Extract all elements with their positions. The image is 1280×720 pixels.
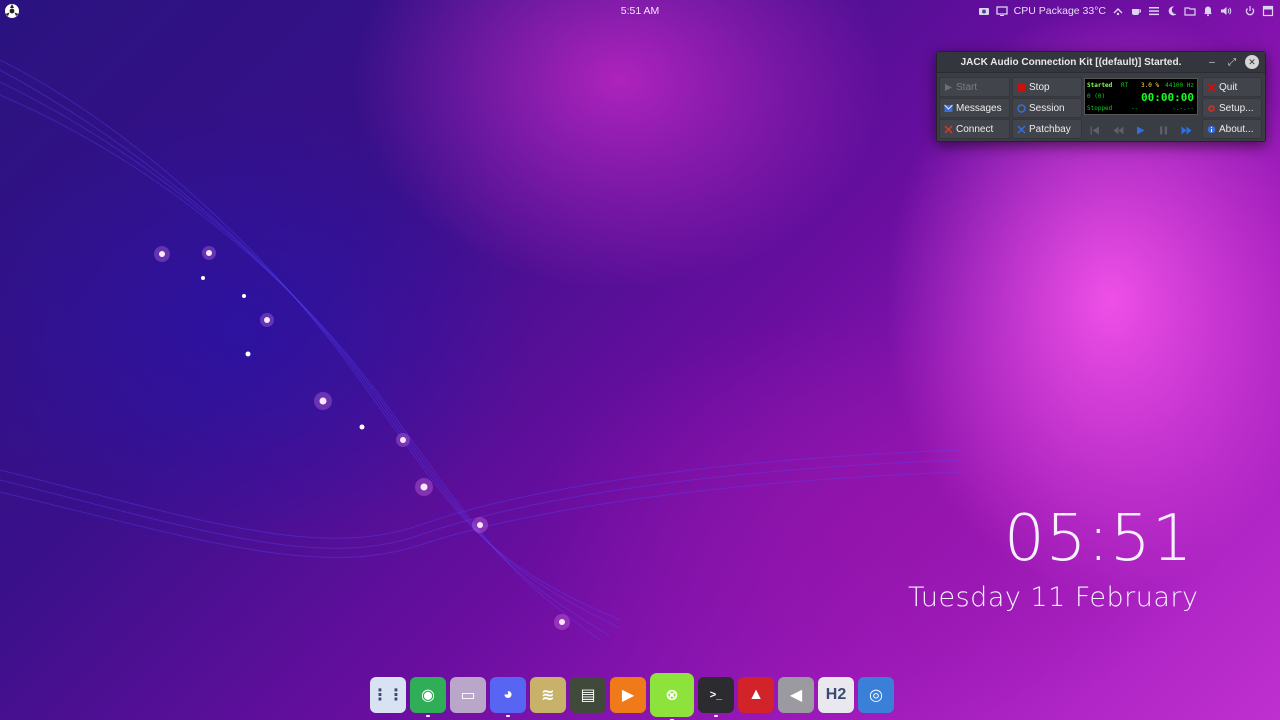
running-indicator xyxy=(426,715,430,717)
mixer-icon[interactable]: ≋ xyxy=(530,677,566,713)
quit-button[interactable]: Quit xyxy=(1202,77,1262,97)
screenshot-icon[interactable] xyxy=(978,5,990,17)
hydrogen-icon-glyph: H2 xyxy=(825,686,847,703)
volume-control-icon-glyph: ◀ xyxy=(789,687,803,704)
files-icon-glyph: ▭ xyxy=(460,687,476,704)
jack-status-display: Started RT 3.0 % 44100 Hz 0 (0) 00:00:00… xyxy=(1084,78,1198,115)
hydrogen-icon[interactable]: H2 xyxy=(818,677,854,713)
coffee-icon[interactable] xyxy=(1130,5,1142,17)
terminal-icon[interactable]: >_ xyxy=(698,677,734,717)
files-icon[interactable]: ▭ xyxy=(450,677,486,713)
volume-icon[interactable] xyxy=(1220,5,1232,17)
discord-icon[interactable]: ◕ xyxy=(490,677,526,717)
system-tray: CPU Package 33°C xyxy=(978,3,1274,19)
connect-icon xyxy=(944,124,953,134)
stop-label: Stop xyxy=(1029,81,1050,93)
quit-icon xyxy=(1207,82,1216,92)
rewind-icon[interactable] xyxy=(1111,123,1125,137)
bbt: -.-.-- xyxy=(1172,105,1194,112)
messages-label: Messages xyxy=(956,102,1002,114)
network-icon[interactable] xyxy=(1112,5,1124,17)
jack-window-title: JACK Audio Connection Kit [(default)] St… xyxy=(960,56,1182,68)
jack-control-window[interactable]: JACK Audio Connection Kit [(default)] St… xyxy=(936,51,1266,142)
messages-icon xyxy=(944,104,953,113)
list-icon[interactable] xyxy=(1148,5,1160,17)
chrome-icon[interactable]: ◉ xyxy=(410,677,446,717)
server-status: Started xyxy=(1087,82,1113,89)
transport-state: Stopped xyxy=(1087,105,1113,112)
media-player-icon-glyph: ▶ xyxy=(621,687,635,704)
discord-icon-glyph: ◕ xyxy=(503,686,513,703)
about-button[interactable]: About... xyxy=(1202,119,1262,139)
desktop-clock-date: Tuesday 11 February xyxy=(908,582,1199,613)
about-label: About... xyxy=(1219,123,1254,135)
start-label: Start xyxy=(956,81,978,93)
folder-icon[interactable] xyxy=(1184,5,1196,17)
sample-rate: 44100 Hz xyxy=(1165,82,1194,89)
app-menu-icon[interactable] xyxy=(4,3,20,19)
ardour-icon-glyph: ▲ xyxy=(748,686,764,703)
close-icon[interactable]: ✕ xyxy=(1245,55,1259,69)
patchbay-button[interactable]: Patchbay xyxy=(1012,119,1082,139)
media-player-icon[interactable]: ▶ xyxy=(610,677,646,713)
panel-clock[interactable]: 5:51 AM xyxy=(621,5,660,17)
audio-interface-icon-glyph: ▤ xyxy=(580,687,596,704)
session-icon xyxy=(1017,103,1026,113)
chrome-icon-glyph: ◉ xyxy=(421,687,435,704)
pause-icon[interactable] xyxy=(1157,123,1171,137)
jack-titlebar[interactable]: JACK Audio Connection Kit [(default)] St… xyxy=(937,52,1265,73)
dsp-load: 3.0 % xyxy=(1141,82,1160,89)
realtime-flag: RT xyxy=(1121,82,1129,89)
setup-button[interactable]: Setup... xyxy=(1202,98,1262,118)
transport-controls xyxy=(1084,120,1198,140)
notification-icon[interactable] xyxy=(1202,5,1214,17)
play-transport-icon[interactable] xyxy=(1134,123,1148,137)
app-launcher-icon-glyph: ⋮⋮ xyxy=(372,687,404,704)
running-indicator xyxy=(506,715,510,717)
top-panel: 5:51 AM CPU Package 33°C xyxy=(0,0,1280,22)
night-mode-icon[interactable] xyxy=(1166,5,1178,17)
setup-icon xyxy=(1207,104,1216,113)
about-icon xyxy=(1207,125,1216,134)
patchbay-icon xyxy=(1017,124,1026,134)
setup-label: Setup... xyxy=(1219,102,1254,114)
patchbay-label: Patchbay xyxy=(1029,123,1071,135)
session-button[interactable]: Session xyxy=(1012,98,1082,118)
power-icon[interactable] xyxy=(1244,5,1256,17)
app-launcher-icon[interactable]: ⋮⋮ xyxy=(370,677,406,713)
volume-control-icon[interactable]: ◀ xyxy=(778,677,814,713)
audio-interface-icon[interactable]: ▤ xyxy=(570,677,606,713)
ardour-icon[interactable]: ▲ xyxy=(738,677,774,713)
display-icon[interactable] xyxy=(996,5,1008,17)
mixer-icon-glyph: ≋ xyxy=(541,687,555,704)
cpu-temperature[interactable]: CPU Package 33°C xyxy=(1014,5,1106,17)
stop-icon xyxy=(1017,83,1026,92)
messages-button[interactable]: Messages xyxy=(939,98,1010,118)
jack-cable-icon-glyph: ⊗ xyxy=(665,687,679,704)
xruns: 0 (0) xyxy=(1087,93,1106,100)
minimize-icon[interactable]: – xyxy=(1205,55,1219,69)
quit-label: Quit xyxy=(1219,81,1238,93)
bpm: -- xyxy=(1131,105,1139,112)
jack-cable-icon[interactable]: ⊗ xyxy=(650,673,694,720)
screenshot-app-icon[interactable]: ◎ xyxy=(858,677,894,713)
maximize-icon[interactable]: ⤢ xyxy=(1225,55,1239,69)
window-icon[interactable] xyxy=(1262,5,1274,17)
screenshot-app-icon-glyph: ◎ xyxy=(869,687,883,704)
stop-button[interactable]: Stop xyxy=(1012,77,1082,97)
fast-forward-icon[interactable] xyxy=(1180,123,1194,137)
session-label: Session xyxy=(1029,102,1065,114)
rewind-start-icon[interactable] xyxy=(1088,123,1102,137)
transport-time: 00:00:00 xyxy=(1141,91,1194,104)
start-button[interactable]: Start xyxy=(939,77,1010,97)
connect-button[interactable]: Connect xyxy=(939,119,1010,139)
desktop-clock-time: 05:51 xyxy=(1004,502,1194,576)
terminal-icon-glyph: >_ xyxy=(709,689,723,701)
connect-label: Connect xyxy=(956,123,994,135)
play-icon xyxy=(944,83,953,92)
dock: ⋮⋮ ◉ ▭ ◕ ≋ ▤ ▶ ⊗ >_ ▲ ◀ H2 ◎ xyxy=(366,672,898,720)
running-indicator xyxy=(714,715,718,717)
